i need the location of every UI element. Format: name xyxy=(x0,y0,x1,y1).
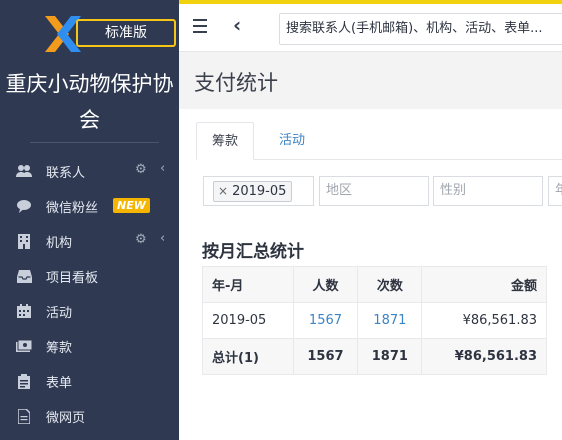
tab-fundraising[interactable]: 筹款 xyxy=(196,122,254,160)
chevron-left-icon[interactable]: ‹ xyxy=(233,13,241,37)
column-header-count[interactable]: 次数 xyxy=(357,266,423,303)
sidebar-item-forms[interactable]: 表单 xyxy=(0,363,179,398)
sidebar-item-fundraising[interactable]: 筹款 xyxy=(0,328,179,363)
month-filter[interactable]: × 2019-05 xyxy=(203,176,314,206)
chevron-left-icon[interactable]: ‹ xyxy=(160,231,165,246)
page-title: 支付统计 xyxy=(194,71,278,95)
table-row: 2019-05 1567 1871 ¥86,561.83 xyxy=(202,302,547,339)
sidebar-item-organizations[interactable]: 机构 ⚙ ‹ xyxy=(0,223,179,258)
sidebar-item-label: 表单 xyxy=(46,376,73,391)
main-content: 支付统计 筹款 活动 × 2019-05 地区 性别 年 按月汇总统计 年-月 人… xyxy=(179,53,562,440)
cell-month: 2019-05 xyxy=(202,302,294,339)
year-filter[interactable]: 年 xyxy=(548,176,562,206)
wechat-icon xyxy=(16,198,32,214)
sidebar-item-label: 微信粉丝 xyxy=(46,201,99,216)
cell-count-link[interactable]: 1871 xyxy=(357,302,423,339)
sidebar-item-project-board[interactable]: 项目看板 xyxy=(0,258,179,293)
menu-icon[interactable] xyxy=(193,19,207,33)
inbox-icon xyxy=(16,268,32,284)
top-bar: ‹ 搜索联系人(手机邮箱)、机构、活动、表单... xyxy=(179,4,562,52)
tab-bar: 筹款 活动 xyxy=(196,122,562,160)
table-total-row: 总计(1) 1567 1871 ¥86,561.83 xyxy=(202,338,547,375)
cell-amount: ¥86,561.83 xyxy=(421,302,547,339)
total-people: 1567 xyxy=(292,338,359,375)
tab-events[interactable]: 活动 xyxy=(272,122,312,160)
search-input[interactable]: 搜索联系人(手机邮箱)、机构、活动、表单... xyxy=(279,13,562,45)
cell-people-link[interactable]: 1567 xyxy=(292,302,359,339)
logo[interactable]: 标准版 xyxy=(43,14,176,54)
close-icon[interactable]: × xyxy=(218,184,228,198)
total-amount: ¥86,561.83 xyxy=(421,338,547,375)
sidebar-item-label: 活动 xyxy=(46,306,73,321)
section-title: 按月汇总统计 xyxy=(202,242,304,262)
file-icon xyxy=(16,408,32,424)
sidebar-item-events[interactable]: 活动 xyxy=(0,293,179,328)
org-name: 重庆小动物保护协会 xyxy=(5,72,174,132)
edition-badge: 标准版 xyxy=(76,19,176,47)
new-badge: NEW xyxy=(113,198,150,213)
column-header-month[interactable]: 年-月 xyxy=(202,266,294,303)
gear-icon[interactable]: ⚙ xyxy=(135,232,147,247)
contacts-icon xyxy=(16,163,32,179)
total-count: 1871 xyxy=(357,338,423,375)
building-icon xyxy=(16,233,32,249)
sidebar-item-microsite[interactable]: 微网页 xyxy=(0,398,179,433)
sidebar: 标准版 重庆小动物保护协会 联系人 ⚙ ‹ 微信粉丝 NEW 机构 ⚙ ‹ 项目… xyxy=(0,0,179,440)
sidebar-item-label: 筹款 xyxy=(46,341,73,356)
calendar-icon xyxy=(16,303,32,319)
sidebar-item-label: 机构 xyxy=(46,236,73,251)
column-header-amount[interactable]: 金额 xyxy=(421,266,547,303)
divider xyxy=(30,142,159,143)
chevron-left-icon[interactable]: ‹ xyxy=(160,161,165,176)
title-area: 支付统计 xyxy=(179,53,562,109)
total-label: 总计(1) xyxy=(202,338,294,375)
area-filter[interactable]: 地区 xyxy=(319,176,429,206)
sidebar-item-label: 项目看板 xyxy=(46,271,99,286)
clipboard-icon xyxy=(16,373,32,389)
money-icon xyxy=(16,338,32,354)
gear-icon[interactable]: ⚙ xyxy=(135,162,147,177)
sidebar-item-wechat[interactable]: 微信粉丝 NEW xyxy=(0,188,179,223)
sidebar-item-label: 联系人 xyxy=(46,166,86,181)
gender-filter[interactable]: 性别 xyxy=(433,176,543,206)
month-chip-label: 2019-05 xyxy=(232,184,287,199)
monthly-summary-table: 年-月 人数 次数 金额 2019-05 1567 1871 ¥86,561.8… xyxy=(202,266,547,375)
month-chip[interactable]: × 2019-05 xyxy=(213,181,293,202)
column-header-people[interactable]: 人数 xyxy=(292,266,359,303)
table-header-row: 年-月 人数 次数 金额 xyxy=(202,266,547,303)
sidebar-item-contacts[interactable]: 联系人 ⚙ ‹ xyxy=(0,153,179,188)
sidebar-item-label: 微网页 xyxy=(46,411,86,426)
